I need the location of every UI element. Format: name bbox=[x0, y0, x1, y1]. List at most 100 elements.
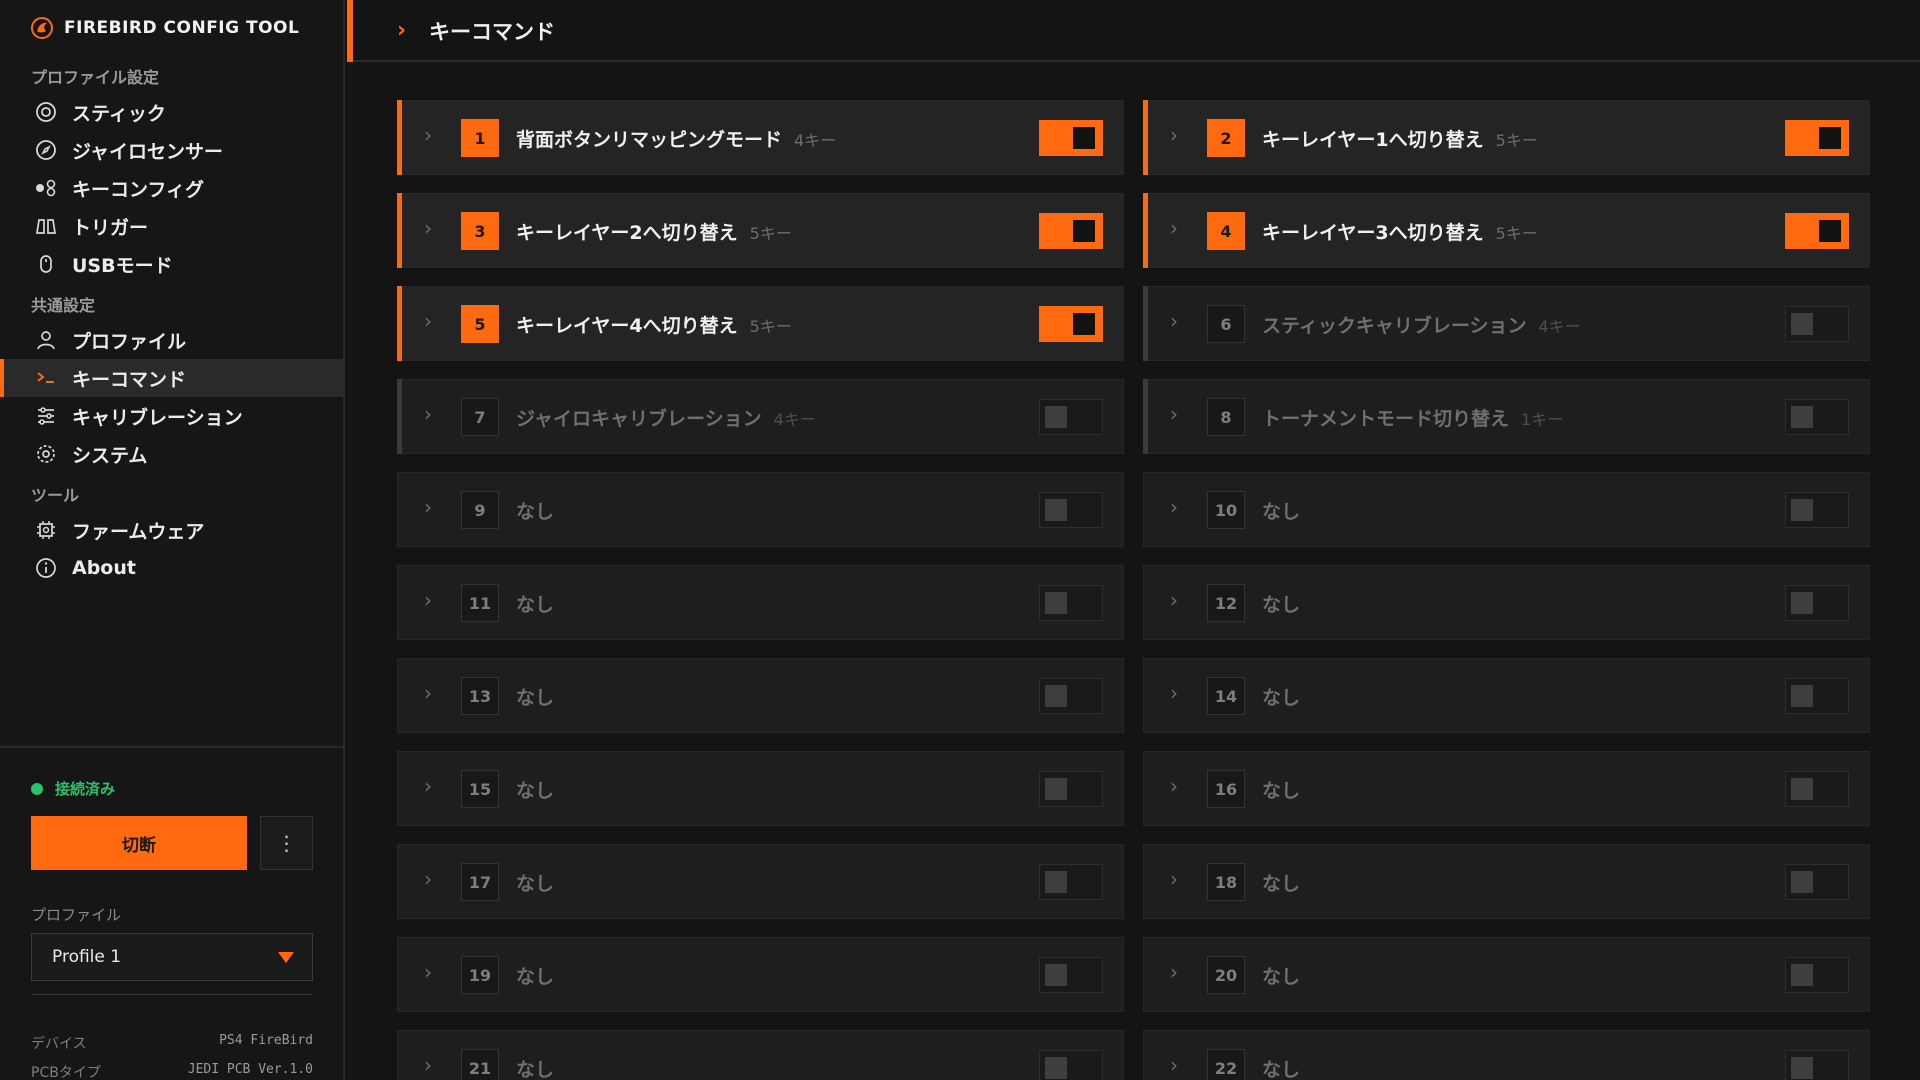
disconnect-button[interactable]: 切断 bbox=[31, 816, 247, 870]
key-command-card[interactable]: › 16 なし bbox=[1143, 751, 1870, 826]
key-command-card[interactable]: › 11 なし bbox=[397, 565, 1124, 640]
profile-select[interactable]: Profile 1 bbox=[31, 933, 313, 981]
chevron-right-icon[interactable]: › bbox=[1170, 309, 1178, 333]
command-name-row: なし bbox=[516, 869, 554, 896]
command-enable-toggle[interactable] bbox=[1039, 213, 1103, 249]
key-command-card[interactable]: › 17 なし bbox=[397, 844, 1124, 919]
chevron-right-icon[interactable]: › bbox=[424, 867, 432, 891]
key-command-card[interactable]: › 9 なし bbox=[397, 472, 1124, 547]
chevron-right-icon[interactable]: › bbox=[1170, 867, 1178, 891]
sidebar-item-firmware[interactable]: ファームウェア bbox=[0, 511, 343, 549]
sidebar-item-gyro[interactable]: ジャイロセンサー bbox=[0, 131, 343, 169]
command-enable-toggle[interactable] bbox=[1785, 213, 1849, 249]
chevron-right-icon[interactable]: › bbox=[1170, 960, 1178, 984]
chevron-right-icon[interactable]: › bbox=[424, 588, 432, 612]
command-name-row: なし bbox=[1262, 962, 1300, 989]
chevron-right-icon[interactable]: › bbox=[1170, 123, 1178, 147]
command-key-count: 4キー bbox=[794, 131, 837, 150]
command-enable-toggle[interactable] bbox=[1039, 678, 1103, 714]
toggle-knob bbox=[1791, 499, 1813, 521]
sidebar-item-profile[interactable]: プロファイル bbox=[0, 321, 343, 359]
sidebar-item-label: USBモード bbox=[72, 254, 173, 277]
key-command-card[interactable]: › 8 トーナメントモード切り替え 1キー bbox=[1143, 379, 1870, 454]
sidebar-item-system[interactable]: システム bbox=[0, 435, 343, 473]
mouse-icon bbox=[34, 252, 58, 276]
chevron-right-icon[interactable]: › bbox=[424, 960, 432, 984]
command-enable-toggle[interactable] bbox=[1039, 864, 1103, 900]
command-enable-toggle[interactable] bbox=[1039, 585, 1103, 621]
chevron-right-icon[interactable]: › bbox=[424, 216, 432, 240]
command-enable-toggle[interactable] bbox=[1039, 771, 1103, 807]
command-enable-toggle[interactable] bbox=[1039, 1050, 1103, 1080]
command-enable-toggle[interactable] bbox=[1039, 957, 1103, 993]
key-command-card[interactable]: › 7 ジャイロキャリブレーション 4キー bbox=[397, 379, 1124, 454]
sidebar-item-key-config[interactable]: キーコンフィグ bbox=[0, 169, 343, 207]
command-number: 15 bbox=[461, 770, 499, 808]
key-command-card[interactable]: › 20 なし bbox=[1143, 937, 1870, 1012]
command-number: 16 bbox=[1207, 770, 1245, 808]
command-enable-toggle[interactable] bbox=[1785, 492, 1849, 528]
dropdown-arrow-icon bbox=[278, 952, 294, 963]
chevron-right-icon[interactable]: › bbox=[1170, 216, 1178, 240]
command-enable-toggle[interactable] bbox=[1785, 864, 1849, 900]
command-enable-toggle[interactable] bbox=[1785, 1050, 1849, 1080]
sidebar-item-label: ジャイロセンサー bbox=[72, 140, 224, 163]
command-enable-toggle[interactable] bbox=[1039, 492, 1103, 528]
command-name-row: なし bbox=[516, 683, 554, 710]
key-command-card[interactable]: › 18 なし bbox=[1143, 844, 1870, 919]
chevron-right-icon[interactable]: › bbox=[1170, 495, 1178, 519]
command-enable-toggle[interactable] bbox=[1039, 120, 1103, 156]
command-number: 22 bbox=[1207, 1049, 1245, 1080]
chevron-right-icon[interactable]: › bbox=[1170, 774, 1178, 798]
key-command-card[interactable]: › 19 なし bbox=[397, 937, 1124, 1012]
command-number: 20 bbox=[1207, 956, 1245, 994]
key-command-card[interactable]: › 6 スティックキャリブレーション 4キー bbox=[1143, 286, 1870, 361]
chevron-right-icon[interactable]: › bbox=[424, 495, 432, 519]
command-enable-toggle[interactable] bbox=[1785, 120, 1849, 156]
key-command-card[interactable]: › 12 なし bbox=[1143, 565, 1870, 640]
key-command-card[interactable]: › 5 キーレイヤー4へ切り替え 5キー bbox=[397, 286, 1124, 361]
key-command-card[interactable]: › 15 なし bbox=[397, 751, 1124, 826]
key-command-card[interactable]: › 21 なし bbox=[397, 1030, 1124, 1080]
chevron-right-icon[interactable]: › bbox=[424, 402, 432, 426]
chevron-right-icon[interactable]: › bbox=[1170, 402, 1178, 426]
section-label-tools: ツール bbox=[31, 486, 80, 505]
chevron-right-icon[interactable]: › bbox=[424, 309, 432, 333]
command-enable-toggle[interactable] bbox=[1785, 771, 1849, 807]
chevron-right-icon[interactable]: › bbox=[424, 1053, 432, 1077]
sidebar-item-usb-mode[interactable]: USBモード bbox=[0, 245, 343, 283]
command-enable-toggle[interactable] bbox=[1785, 399, 1849, 435]
command-name-row: ジャイロキャリブレーション 4キー bbox=[516, 404, 816, 431]
chevron-right-icon[interactable]: › bbox=[424, 774, 432, 798]
key-command-card[interactable]: › 1 背面ボタンリマッピングモード 4キー bbox=[397, 100, 1124, 175]
key-command-card[interactable]: › 14 なし bbox=[1143, 658, 1870, 733]
key-command-card[interactable]: › 2 キーレイヤー1へ切り替え 5キー bbox=[1143, 100, 1870, 175]
command-enable-toggle[interactable] bbox=[1039, 399, 1103, 435]
more-options-button[interactable]: ⋮ bbox=[260, 816, 313, 870]
key-command-card[interactable]: › 3 キーレイヤー2へ切り替え 5キー bbox=[397, 193, 1124, 268]
key-command-card[interactable]: › 13 なし bbox=[397, 658, 1124, 733]
chevron-right-icon[interactable]: › bbox=[1170, 588, 1178, 612]
sliders-icon bbox=[34, 404, 58, 428]
chevron-right-icon[interactable]: › bbox=[424, 123, 432, 147]
sidebar-item-about[interactable]: About bbox=[0, 549, 343, 587]
sidebar-item-calibration[interactable]: キャリブレーション bbox=[0, 397, 343, 435]
command-number: 18 bbox=[1207, 863, 1245, 901]
chevron-right-icon[interactable]: › bbox=[424, 681, 432, 705]
command-enable-toggle[interactable] bbox=[1785, 957, 1849, 993]
command-enable-toggle[interactable] bbox=[1039, 306, 1103, 342]
command-name-row: キーレイヤー3へ切り替え 5キー bbox=[1262, 218, 1538, 245]
sidebar-item-key-command[interactable]: キーコマンド bbox=[0, 359, 343, 397]
key-command-card[interactable]: › 22 なし bbox=[1143, 1030, 1870, 1080]
chevron-right-icon[interactable]: › bbox=[1170, 1053, 1178, 1077]
command-enable-toggle[interactable] bbox=[1785, 678, 1849, 714]
command-name-row: なし bbox=[1262, 776, 1300, 803]
command-enable-toggle[interactable] bbox=[1785, 306, 1849, 342]
chevron-right-icon[interactable]: › bbox=[1170, 681, 1178, 705]
sidebar-item-stick[interactable]: スティック bbox=[0, 93, 343, 131]
command-enable-toggle[interactable] bbox=[1785, 585, 1849, 621]
toggle-knob bbox=[1791, 592, 1813, 614]
key-command-card[interactable]: › 10 なし bbox=[1143, 472, 1870, 547]
sidebar-item-trigger[interactable]: トリガー bbox=[0, 207, 343, 245]
key-command-card[interactable]: › 4 キーレイヤー3へ切り替え 5キー bbox=[1143, 193, 1870, 268]
